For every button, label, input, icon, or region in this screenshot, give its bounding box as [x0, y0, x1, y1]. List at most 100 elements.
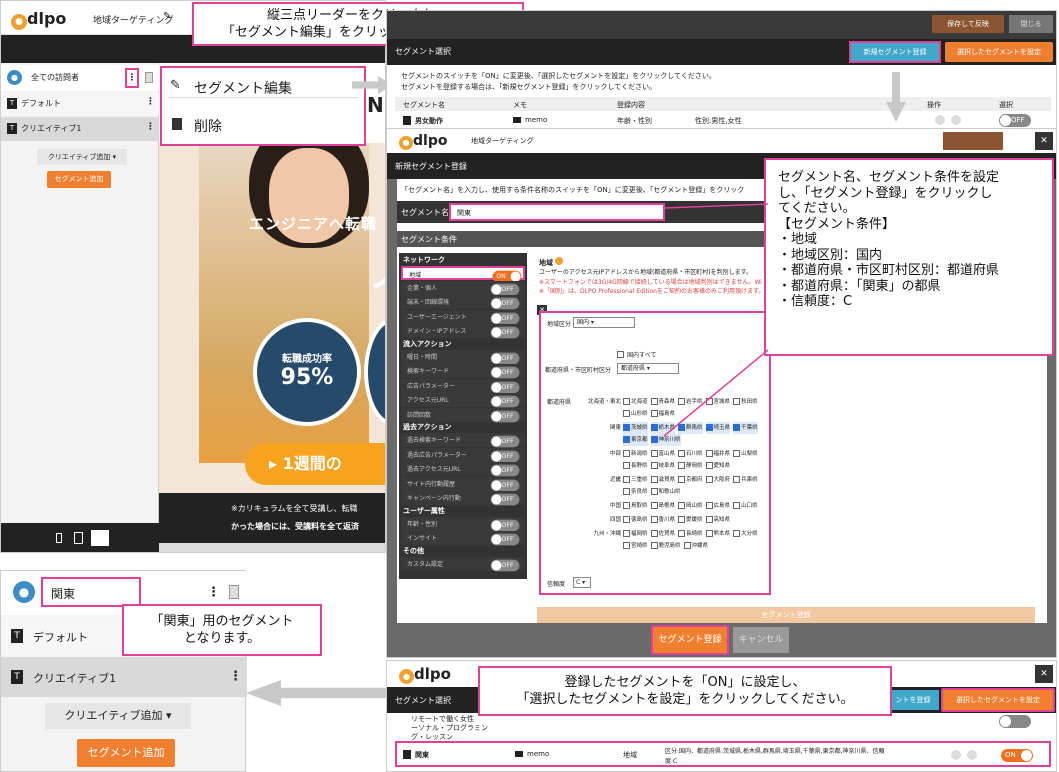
kebab-icon[interactable]: ⋮ [207, 585, 220, 600]
condition-toggle[interactable]: OFF [490, 493, 520, 506]
segment-item-all[interactable]: ● 全ての訪問者 ⋮ [1, 65, 159, 91]
pref-checkbox[interactable]: 福井県 [705, 448, 730, 460]
copy-icon[interactable] [935, 115, 945, 125]
save-reflect-button[interactable] [943, 132, 1003, 150]
trash-icon[interactable] [951, 115, 961, 125]
pref-checkbox[interactable]: 大分県 [733, 528, 758, 540]
copy-icon[interactable] [951, 750, 961, 760]
pref-checkbox[interactable]: 大阪府 [705, 474, 730, 486]
condition-item[interactable]: 年齢・性別 OFF [401, 516, 525, 531]
condition-item[interactable]: カスタム設定 OFF [401, 556, 525, 571]
pref-checkbox[interactable]: 島根県 [650, 500, 675, 512]
condition-item[interactable]: 地域 ON [401, 266, 525, 283]
condition-toggle[interactable]: OFF [490, 326, 520, 339]
register-segment-button[interactable]: セグメント登録 [651, 625, 729, 655]
pref-checkbox[interactable]: 滋賀県 [650, 474, 675, 486]
segment-item-creative[interactable]: T クリエイティブ1 ⋮ [1, 117, 159, 141]
pref-checkbox[interactable]: 山形県 [623, 408, 648, 420]
apply-segment-button[interactable]: 選択したセグメントを設定 [945, 42, 1053, 62]
pref-checkbox[interactable]: 茨城県 [623, 422, 648, 434]
pref-checkbox[interactable]: 愛媛県 [678, 514, 703, 526]
pref-checkbox[interactable]: 福岡県 [623, 528, 648, 540]
pref-checkbox[interactable]: 山梨県 [733, 448, 758, 460]
pref-checkbox[interactable]: 愛知県 [705, 460, 730, 472]
condition-toggle[interactable]: OFF [490, 450, 520, 462]
doc-icon[interactable] [229, 585, 239, 599]
condition-item[interactable]: ユーザーエージェント OFF [401, 309, 525, 324]
condition-item[interactable]: アクセス元URL OFF [401, 393, 525, 408]
condition-toggle[interactable]: OFF [490, 559, 520, 571]
condition-toggle[interactable]: OFF [490, 533, 520, 546]
condition-toggle[interactable]: OFF [490, 464, 520, 477]
kebab-icon[interactable]: ⋮ [146, 122, 155, 132]
condition-item[interactable]: 企業・個人 OFF [401, 280, 525, 295]
condition-toggle[interactable]: OFF [490, 395, 520, 408]
pref-checkbox[interactable]: 東京都 [623, 434, 648, 446]
condition-toggle[interactable]: OFF [490, 479, 520, 491]
condition-item[interactable]: 過去検索キーワード OFF [401, 433, 525, 448]
condition-item[interactable]: 端末・回線環境 OFF [401, 295, 525, 310]
pref-checkbox[interactable]: 京都府 [678, 474, 703, 486]
phone-icon[interactable] [56, 533, 62, 543]
close-x-icon[interactable]: ✕ [1035, 665, 1053, 683]
pref-checkbox[interactable]: 静岡県 [678, 460, 703, 472]
condition-toggle[interactable]: OFF [490, 366, 520, 379]
row-toggle[interactable]: OFF [999, 114, 1031, 127]
close-x-icon[interactable]: ✕ [1035, 132, 1053, 150]
pref-checkbox[interactable]: 山口県 [733, 500, 758, 512]
desktop-icon[interactable] [91, 530, 109, 546]
row-toggle[interactable] [999, 715, 1031, 728]
apply-segment-button[interactable]: 選択したセグメントを設定 [941, 688, 1055, 712]
condition-item[interactable]: 曜日・時間 OFF [401, 349, 525, 364]
menu-item-delete[interactable]: 削除 [168, 114, 358, 136]
kebab-icon[interactable]: ⋮ [146, 97, 155, 107]
save-reflect-button[interactable]: 保存して反映 [932, 15, 1004, 33]
condition-item[interactable]: サイト内行動履歴 OFF [401, 476, 525, 491]
pref-checkbox[interactable]: 岡山県 [678, 500, 703, 512]
condition-item[interactable]: インサイト OFF [401, 531, 525, 546]
pref-checkbox[interactable]: 宮崎県 [623, 540, 648, 552]
ad-scrollbar[interactable] [159, 543, 385, 552]
pref-checkbox[interactable]: 三重県 [623, 474, 648, 486]
pref-checkbox[interactable]: 兵庫県 [733, 474, 758, 486]
add-creative-dropdown[interactable]: クリエイティブ追加 ▾ [37, 149, 127, 165]
condition-toggle[interactable]: OFF [490, 381, 520, 393]
pref-checkbox[interactable]: 富山県 [650, 448, 675, 460]
pref-checkbox[interactable]: 新潟県 [623, 448, 648, 460]
condition-item[interactable]: 過去アクセス元URL OFF [401, 462, 525, 477]
condition-toggle[interactable]: OFF [490, 283, 520, 295]
condition-item[interactable]: 検索キーワード OFF [401, 364, 525, 379]
add-segment-button[interactable]: セグメント追加 [47, 171, 111, 188]
pref-checkbox[interactable]: 北海道 [623, 396, 648, 408]
pref-checkbox[interactable]: 沖縄県 [683, 540, 708, 552]
condition-toggle[interactable]: OFF [490, 519, 520, 531]
pref-checkbox[interactable]: 長崎県 [678, 528, 703, 540]
segment-name-field[interactable]: 関東 [449, 203, 665, 221]
condition-item[interactable]: ドメイン・IPアドレス OFF [401, 324, 525, 339]
add-creative-dropdown[interactable]: クリエイティブ追加 ▾ [45, 703, 191, 729]
area-select[interactable]: 国内 ▾ [573, 317, 635, 328]
pref-checkbox[interactable]: 佐賀県 [650, 528, 675, 540]
condition-toggle[interactable]: OFF [490, 312, 520, 324]
pref-checkbox[interactable]: 熊本県 [705, 528, 730, 540]
condition-toggle[interactable]: OFF [490, 352, 520, 364]
condition-toggle[interactable]: OFF [490, 435, 520, 448]
row-toggle[interactable]: ON [1001, 749, 1033, 762]
condition-item[interactable]: 広告パラメーター OFF [401, 378, 525, 393]
ad-cta-button[interactable]: ▸ 1週間の [245, 443, 385, 485]
menu-item-edit[interactable]: ✎ セグメント編集 [168, 76, 358, 98]
pref-checkbox[interactable]: 広島県 [705, 500, 730, 512]
pref-checkbox[interactable]: 鳥取県 [623, 500, 648, 512]
inner-submit-bar[interactable]: セグメント登録 [537, 607, 1035, 623]
all-domestic-checkbox[interactable] [617, 351, 624, 358]
condition-toggle[interactable]: OFF [490, 297, 520, 310]
tablet-icon[interactable] [74, 532, 83, 544]
condition-item[interactable]: 過去広告パラメーター OFF [401, 447, 525, 462]
pencil-icon[interactable]: ✎ [163, 11, 171, 22]
reliability-select[interactable]: C ▾ [573, 577, 591, 588]
pref-checkbox[interactable]: 奈良県 [623, 486, 648, 498]
pref-checkbox[interactable]: 徳島県 [623, 514, 648, 526]
kebab-icon[interactable]: ⋮ [125, 68, 139, 88]
pref-checkbox[interactable]: 鹿児島県 [650, 540, 681, 552]
pref-checkbox[interactable]: 香川県 [650, 514, 675, 526]
